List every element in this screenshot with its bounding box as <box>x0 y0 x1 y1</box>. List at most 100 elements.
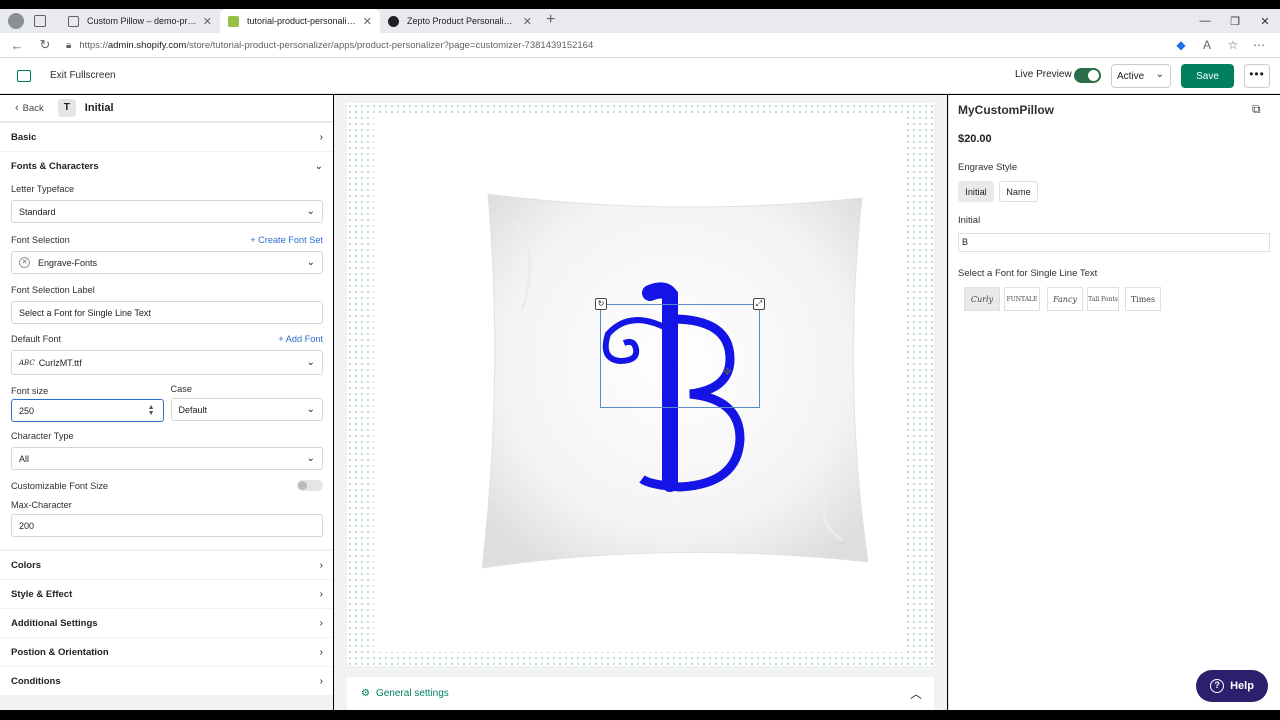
font-size-input[interactable]: 250 ▲ ▼ <box>11 399 164 422</box>
close-tab-icon[interactable]: ✕ <box>363 15 372 28</box>
print-area-frame: ↻ ⤢ ✥ <box>347 103 934 666</box>
help-button[interactable]: ? Help <box>1196 670 1268 702</box>
create-font-set-link[interactable]: + Create Font Set <box>250 235 323 245</box>
font-swatch-fancy[interactable]: Fancy <box>1047 287 1083 311</box>
browser-tab-2[interactable]: tutorial-product-personalizer · Z ✕ <box>220 9 380 33</box>
design-canvas-area: ↻ ⤢ ✥ ⚙ General settings ︿ <box>334 95 947 710</box>
section-basic[interactable]: Basic › <box>0 123 333 151</box>
back-label: Back <box>22 102 44 114</box>
font-swatch-curly[interactable]: Curly <box>964 287 1000 311</box>
customizable-font-size-toggle[interactable] <box>297 480 323 491</box>
chevron-right-icon: › <box>319 675 323 687</box>
select-value: Default <box>178 404 208 415</box>
url-field[interactable]: 🔒︎ https://admin.shopify.com/store/tutor… <box>66 40 1168 51</box>
page-icon <box>68 15 79 27</box>
default-font-select[interactable]: ABC CurlzMT.ttf ⌄ <box>11 350 323 375</box>
select-value: All <box>19 453 30 464</box>
font-swatch-times[interactable]: Times <box>1125 287 1161 311</box>
tag-icon[interactable]: ◆ <box>1168 38 1194 52</box>
section-position-orientation[interactable]: Postion & Orientation › <box>0 638 333 666</box>
chevron-down-icon: ⌄ <box>306 206 315 217</box>
font-selection-select[interactable]: ✕ Engrave-Fonts ⌄ <box>11 251 323 274</box>
external-link-icon[interactable]: ⧉ <box>1252 102 1261 117</box>
section-additional-settings[interactable]: Additional Settings › <box>0 609 333 637</box>
favorite-star-icon[interactable]: ☆ <box>1220 38 1246 52</box>
clear-icon[interactable]: ✕ <box>19 257 30 268</box>
exit-fullscreen-icon[interactable] <box>17 69 31 82</box>
section-colors[interactable]: Colors › <box>0 551 333 579</box>
font-swatch-tall[interactable]: Tall Fonts <box>1087 287 1119 311</box>
live-preview-toggle[interactable] <box>1074 68 1101 83</box>
general-settings-label: General settings <box>375 688 449 699</box>
engrave-option-initial[interactable]: Initial <box>958 181 994 202</box>
chevron-right-icon: › <box>319 646 323 658</box>
font-selection-label-label: Font Selection Label <box>11 285 95 295</box>
font-selection-label: Font Selection <box>11 235 70 245</box>
new-tab-icon[interactable]: + <box>546 11 555 29</box>
close-tab-icon[interactable]: ✕ <box>523 15 532 28</box>
text-layer-icon: T <box>57 99 76 117</box>
reload-icon[interactable]: ↻ <box>34 37 56 53</box>
chevron-up-icon[interactable]: ︿ <box>910 685 922 702</box>
section-fonts-characters[interactable]: Fonts & Characters ⌄ <box>0 152 333 180</box>
read-aloud-icon[interactable]: A <box>1194 38 1220 52</box>
letter-typeface-select[interactable]: Standard ⌄ <box>11 200 323 223</box>
initial-label: Initial <box>958 215 981 226</box>
app-header: Exit Fullscreen Live Preview Active ⌄ Sa… <box>0 58 1280 94</box>
chevron-down-icon: ⌄ <box>306 453 315 464</box>
profile-avatar-icon[interactable] <box>8 13 24 29</box>
restore-icon[interactable]: ❐ <box>1220 15 1250 28</box>
save-button[interactable]: Save <box>1181 64 1234 88</box>
browser-tab-1[interactable]: Custom Pillow – demo-product-p ✕ <box>60 9 220 33</box>
back-button[interactable]: ‹ Back <box>15 102 44 114</box>
close-window-icon[interactable]: ✕ <box>1250 15 1280 28</box>
engrave-style-label: Engrave Style <box>958 162 1018 173</box>
max-character-input[interactable]: 200 <box>11 514 323 537</box>
engrave-option-name[interactable]: Name <box>999 181 1038 202</box>
chevron-down-icon: ⌄ <box>306 257 315 268</box>
resize-handle-icon[interactable]: ⤢ <box>753 298 765 310</box>
help-label: Help <box>1230 680 1254 692</box>
shopify-icon <box>228 15 239 27</box>
initial-input[interactable]: B <box>958 233 1270 252</box>
chevron-down-icon: ⌄ <box>1155 69 1164 80</box>
section-label: Colors <box>11 559 42 571</box>
more-actions-button[interactable]: ••• <box>1244 64 1270 88</box>
font-size-label: Font size <box>11 386 49 396</box>
font-swatch-funtale[interactable]: FUNTALE <box>1004 287 1040 311</box>
back-arrow-icon[interactable]: ← <box>6 38 28 53</box>
case-select[interactable]: Default ⌄ <box>170 398 323 421</box>
selection-bounding-box[interactable]: ↻ ⤢ ✥ <box>595 298 765 408</box>
chevron-down-icon: ⌄ <box>306 404 315 415</box>
section-conditions[interactable]: Conditions › <box>0 667 333 695</box>
tab-title: tutorial-product-personalizer · Z <box>247 16 357 26</box>
font-preview-prefix: ABC <box>19 358 35 367</box>
tab-actions-icon[interactable] <box>34 15 46 27</box>
section-label: Additional Settings <box>11 617 98 629</box>
browser-menu-icon[interactable]: ⋯ <box>1246 38 1272 52</box>
font-selection-label-input[interactable]: Select a Font for Single Line Text <box>11 301 323 324</box>
close-tab-icon[interactable]: ✕ <box>203 15 212 28</box>
status-select[interactable]: Active ⌄ <box>1111 64 1171 88</box>
minimize-icon[interactable]: — <box>1190 15 1220 27</box>
rotate-handle-icon[interactable]: ↻ <box>595 298 607 310</box>
section-style-effect[interactable]: Style & Effect › <box>0 580 333 608</box>
chevron-right-icon: › <box>319 559 323 571</box>
url-host: admin.shopify.com <box>107 39 187 51</box>
status-value: Active <box>1117 70 1145 82</box>
panel-header: ‹ Back T Initial <box>0 95 333 122</box>
question-icon: ? <box>1210 679 1225 693</box>
general-settings-bar[interactable]: ⚙ General settings ︿ <box>347 677 934 710</box>
exit-fullscreen-button[interactable]: Exit Fullscreen <box>50 70 116 81</box>
add-font-link[interactable]: + Add Font <box>278 334 323 344</box>
font-select-label: Select a Font for Single Line Text <box>958 268 1098 279</box>
character-type-select[interactable]: All ⌄ <box>11 447 323 470</box>
stepper-icon[interactable]: ▲ ▼ <box>148 404 155 417</box>
customizable-font-size-label: Customizable Font Size <box>11 480 109 491</box>
move-cursor-icon[interactable]: ✥ <box>723 367 731 378</box>
canvas-surface[interactable]: ↻ ⤢ ✥ <box>374 117 907 652</box>
lock-icon[interactable]: 🔒︎ <box>66 40 71 51</box>
browser-tab-3[interactable]: Zepto Product Personalizer - Pro ✕ <box>380 9 540 33</box>
input-value: 250 <box>19 405 35 416</box>
url-prefix: https:// <box>79 39 108 51</box>
